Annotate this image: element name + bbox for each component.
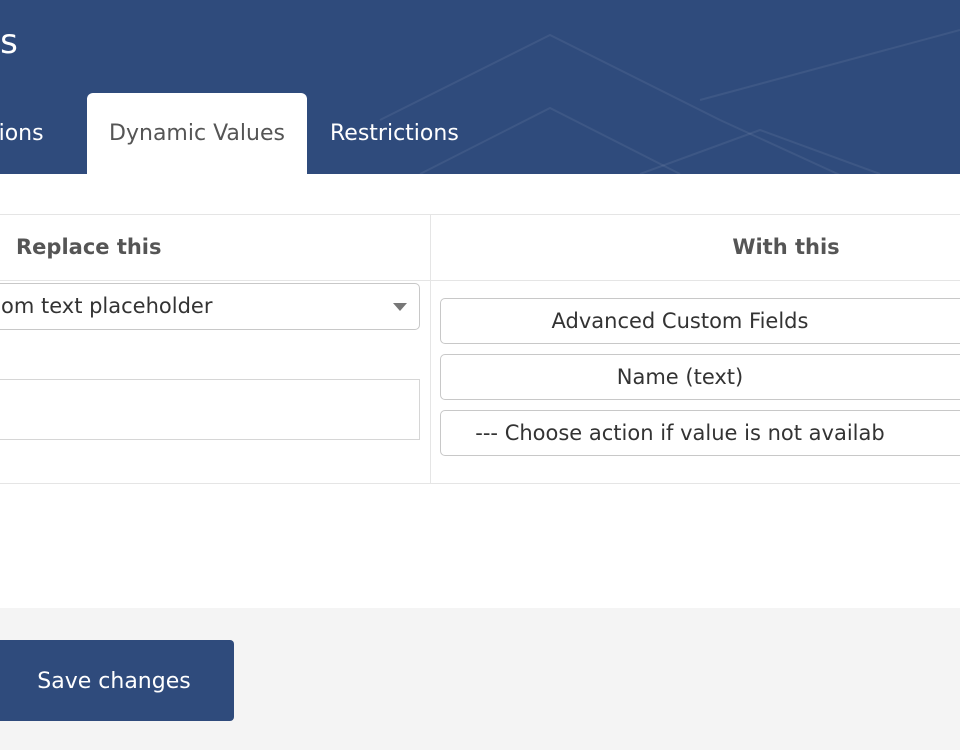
fallback-action-value: --- Choose action if value is not availa… (475, 421, 885, 445)
settings-page: gs ptions Dynamic Values Restrictions Re… (0, 0, 960, 750)
source-select-value: Advanced Custom Fields (551, 309, 809, 333)
with-column-header: With this (732, 235, 840, 259)
dynamic-values-panel: Replace this With this om text placehold… (0, 174, 960, 608)
fallback-action-select[interactable]: --- Choose action if value is not availa… (440, 410, 960, 456)
replace-column-header: Replace this (16, 235, 162, 259)
page-title: gs (0, 22, 19, 62)
settings-header: gs ptions Dynamic Values Restrictions (0, 0, 960, 174)
field-select-value: Name (text) (616, 365, 744, 389)
tab-bar: ptions Dynamic Values Restrictions (0, 93, 960, 174)
placeholder-text-input[interactable] (0, 379, 420, 440)
tab-dynamic-values[interactable]: Dynamic Values (87, 93, 307, 174)
chevron-down-icon (393, 303, 407, 311)
source-select[interactable]: Advanced Custom Fields (440, 298, 960, 344)
placeholder-type-select[interactable]: om text placeholder (0, 283, 420, 330)
tab-options[interactable]: ptions (0, 93, 44, 174)
placeholder-type-value: om text placeholder (1, 294, 213, 318)
tab-restrictions[interactable]: Restrictions (330, 93, 459, 174)
field-select[interactable]: Name (text) (440, 354, 960, 400)
save-changes-button[interactable]: Save changes (0, 640, 234, 721)
header-row-divider (0, 280, 960, 281)
